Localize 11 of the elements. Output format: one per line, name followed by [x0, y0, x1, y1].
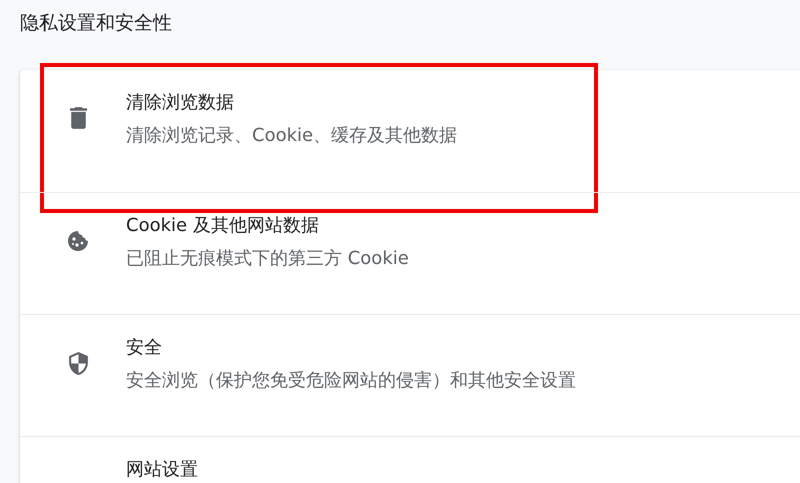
- row-title[interactable]: Cookie 及其他网站数据: [126, 213, 409, 239]
- row-title[interactable]: 网站设置: [126, 457, 198, 483]
- shield-icon: [68, 352, 88, 374]
- row-title[interactable]: 清除浏览数据: [126, 90, 458, 116]
- row-title[interactable]: 安全: [126, 335, 576, 361]
- trash-icon: [70, 107, 86, 129]
- cookie-icon: [66, 229, 90, 253]
- row-subtitle: 已阻止无痕模式下的第三方 Cookie: [126, 247, 409, 271]
- row-subtitle: 安全浏览（保护您免受危险网站的侵害）和其他安全设置: [126, 369, 576, 393]
- section-title: 隐私设置和安全性: [20, 11, 173, 36]
- row-subtitle: 清除浏览记录、Cookie、缓存及其他数据: [126, 124, 458, 148]
